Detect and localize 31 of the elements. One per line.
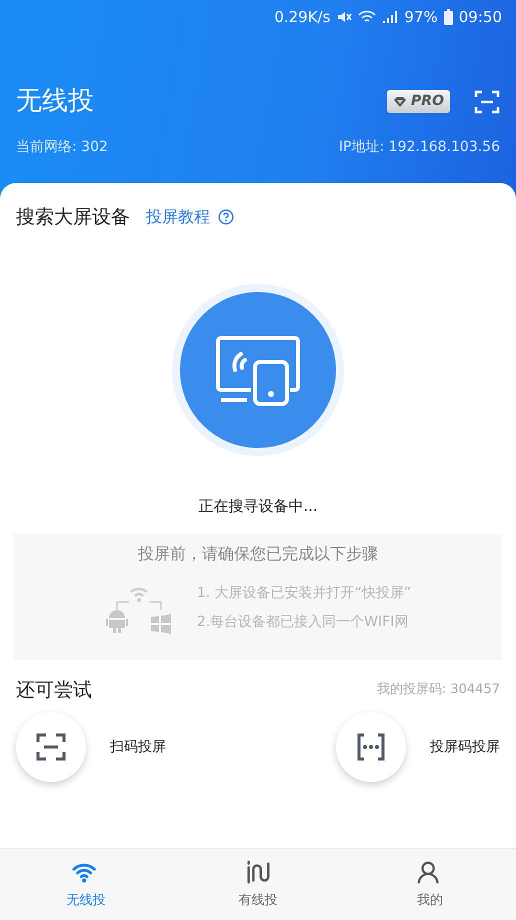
tab-item[interactable]: 无线投 [0,849,172,920]
tab-item[interactable]: 有线投 [172,849,344,920]
code-dots-icon [355,731,387,763]
option-label: 投屏码投屏 [430,738,500,756]
cast-code: 我的投屏码: 304457 [376,681,500,699]
screen-phone-icon [215,334,301,406]
pro-badge[interactable]: PRO [387,90,450,113]
tutorial-link[interactable]: 投屏教程 [146,205,234,230]
search-status: 正在搜寻设备中... [198,496,318,514]
section-title: 搜索大屏设备 [16,205,130,230]
battery-icon [444,9,453,25]
network-name: 当前网络: 302 [16,138,108,157]
mute-icon [336,9,352,25]
battery-level: 97% [404,6,438,28]
network-speed: 0.29K/s [274,6,330,28]
option-button[interactable] [16,712,86,782]
tip-step: 2.每台设备都已接入同一个WIFI网 [196,612,412,632]
tip-step: 1. 大屏设备已安装并打开“快投屏” [196,582,412,604]
page-title: 无线投 [16,85,94,118]
section-title: 还可尝试 [16,678,92,702]
tab-item[interactable]: 我的 [344,849,516,920]
scan-icon[interactable] [474,88,500,114]
signal-icon [382,10,398,24]
help-icon [218,209,234,226]
diamond-icon [393,96,408,108]
tips-title: 投屏前，请确保您已完成以下步骤 [138,542,378,564]
ip-address: IP地址: 192.168.103.56 [338,138,500,157]
scan-icon [35,731,67,763]
option-label: 扫码投屏 [110,738,166,756]
clock: 09:50 [458,6,502,28]
option-button[interactable] [336,712,406,782]
